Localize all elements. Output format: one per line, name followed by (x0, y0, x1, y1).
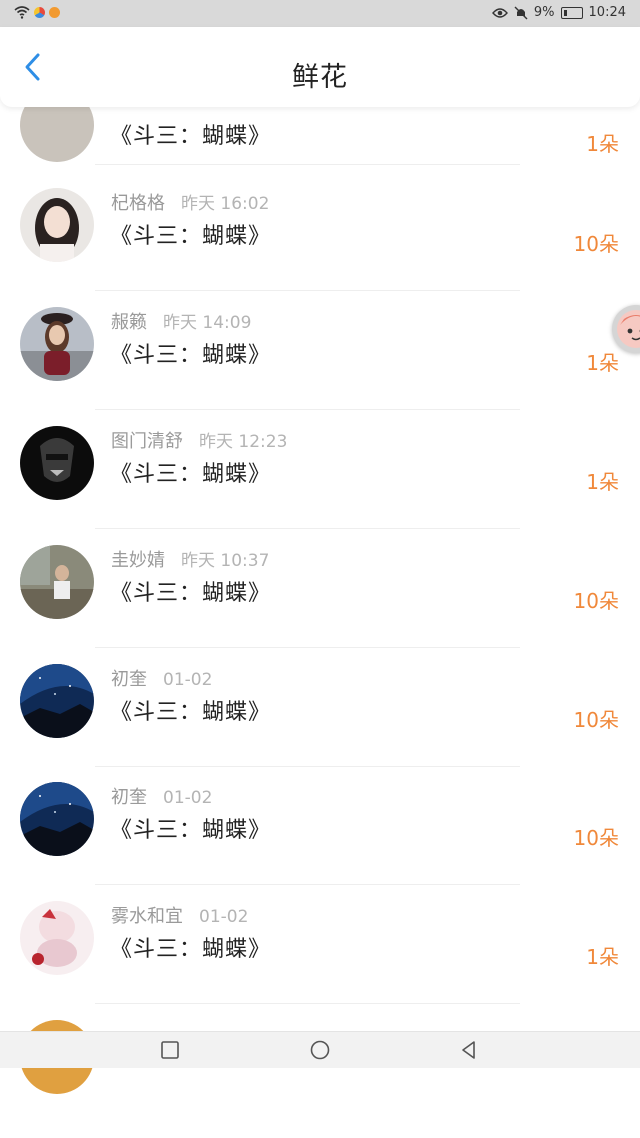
divider (95, 1003, 520, 1004)
gift-name: 《斗三：蝴蝶》 (110, 694, 271, 726)
send-time: 昨天 10:37 (181, 551, 269, 571)
username[interactable]: 圭妙婧 (111, 550, 165, 571)
list-item[interactable]: 图门清舒昨天 12:23 《斗三：蝴蝶》 1朵 (0, 426, 640, 544)
floating-assistant-button[interactable] (612, 305, 640, 353)
gift-name: 《斗三：蝴蝶》 (110, 931, 271, 963)
user-line: 杞格格昨天 16:02 (111, 189, 269, 215)
user-line: 雾水和宜 01-02 (111, 902, 248, 928)
send-time: 昨天 14:09 (163, 313, 251, 333)
user-line: 赧籁昨天 14:09 (111, 308, 251, 334)
avatar[interactable] (20, 426, 94, 500)
gift-count: 1朵 (586, 466, 619, 495)
user-line: 圭妙婧昨天 10:37 (111, 546, 269, 572)
avatar[interactable] (20, 545, 94, 619)
username[interactable]: 初奎 (111, 669, 147, 690)
eye-icon (492, 7, 508, 19)
list-item[interactable]: 初奎 01-02 《斗三：蝴蝶》 10朵 (0, 782, 640, 900)
send-time: 昨天 12:23 (199, 432, 287, 452)
divider (95, 766, 520, 767)
mute-bell-icon (514, 6, 528, 20)
avatar[interactable] (20, 188, 94, 262)
weibo-notification-icon (49, 7, 60, 18)
assistant-face-icon (612, 305, 640, 353)
list-item[interactable]: 杞格格昨天 16:02 《斗三：蝴蝶》 10朵 (0, 188, 640, 306)
gift-name: 《斗三：蝴蝶》 (110, 575, 271, 607)
app-header: 鲜花 (0, 27, 640, 107)
divider (95, 528, 520, 529)
gift-count: 10朵 (574, 822, 619, 851)
divider (95, 409, 520, 410)
send-time: 01-02 (199, 907, 248, 927)
battery-percent: 9% (534, 5, 555, 20)
user-line: 图门清舒昨天 12:23 (111, 427, 287, 453)
gift-count: 10朵 (574, 704, 619, 733)
system-nav-bar (0, 1031, 640, 1068)
divider (95, 290, 520, 291)
status-right-icons: 9% 10:24 (492, 5, 626, 20)
battery-icon (561, 7, 583, 19)
gift-name: 《斗三：蝴蝶》 (110, 812, 271, 844)
gift-count: 1朵 (586, 941, 619, 970)
username[interactable]: 初奎 (111, 787, 147, 808)
list-item[interactable]: 初奎 01-02 《斗三：蝴蝶》 10朵 (0, 664, 640, 782)
gift-count: 1朵 (586, 128, 619, 157)
send-time: 01-02 (163, 788, 212, 808)
username[interactable]: 图门清舒 (111, 431, 183, 452)
list-item[interactable]: 圭妙婧昨天 10:37 《斗三：蝴蝶》 10朵 (0, 545, 640, 663)
list-item[interactable]: 赧籁昨天 14:09 《斗三：蝴蝶》 1朵 (0, 307, 640, 425)
username[interactable]: 雾水和宜 (111, 906, 183, 927)
username[interactable]: 赧籁 (111, 312, 147, 333)
gift-name: 《斗三：蝴蝶》 (110, 337, 271, 369)
gift-name: 《斗三：蝴蝶》 (110, 456, 271, 488)
list-item[interactable]: 雾水和宜 01-02 《斗三：蝴蝶》 1朵 (0, 901, 640, 1019)
user-line: 初奎 01-02 (111, 783, 212, 809)
status-time: 10:24 (589, 5, 626, 20)
gift-count: 10朵 (574, 228, 619, 257)
username[interactable]: 杞格格 (111, 193, 165, 214)
status-bar: 9% 10:24 (0, 0, 640, 27)
divider (95, 884, 520, 885)
avatar[interactable] (20, 664, 94, 738)
user-line: 初奎 01-02 (111, 665, 212, 691)
gift-count: 10朵 (574, 585, 619, 614)
avatar[interactable] (20, 901, 94, 975)
gift-name: 《斗三：蝴蝶》 (110, 218, 271, 250)
wifi-icon (14, 5, 30, 19)
divider (95, 647, 520, 648)
gift-name: 《斗三：蝴蝶》 (110, 118, 271, 150)
avatar[interactable] (20, 307, 94, 381)
status-left-icons (14, 5, 60, 19)
avatar[interactable] (20, 782, 94, 856)
divider (95, 164, 520, 165)
recent-apps-square-icon[interactable] (159, 1039, 181, 1061)
page-title: 鲜花 (0, 55, 640, 94)
back-triangle-icon[interactable] (458, 1039, 480, 1061)
send-time: 昨天 16:02 (181, 194, 269, 214)
home-circle-icon[interactable] (309, 1039, 331, 1061)
app-notification-icon (34, 7, 45, 18)
send-time: 01-02 (163, 670, 212, 690)
